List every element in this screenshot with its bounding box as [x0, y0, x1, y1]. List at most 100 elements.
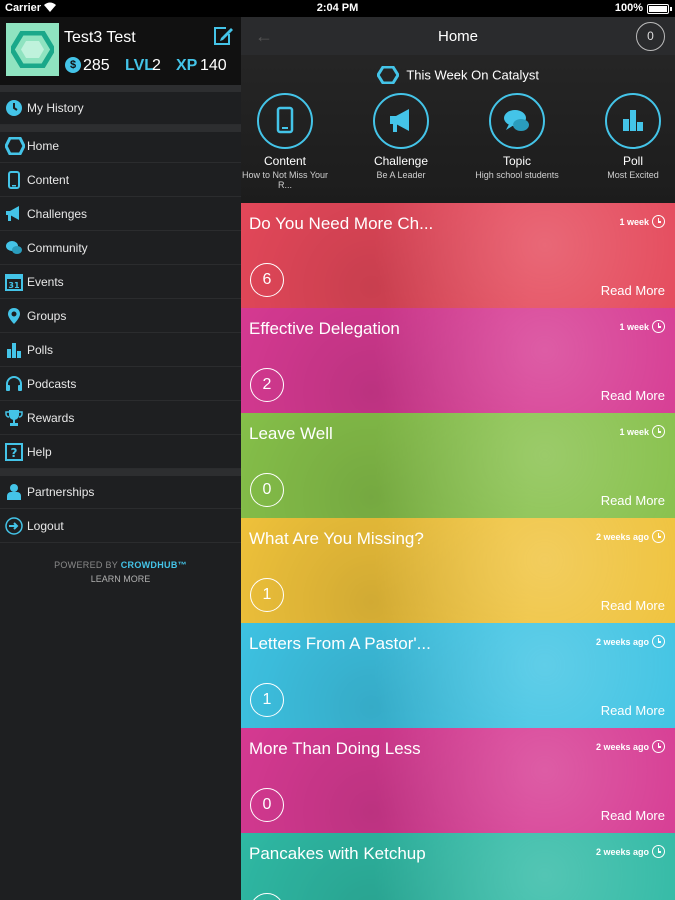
card-time-ago: 1 week	[619, 322, 649, 332]
svg-text:?: ?	[11, 446, 18, 460]
content-card[interactable]: Letters From A Pastor'... 2 weeks ago 1 Rea…	[241, 623, 675, 728]
card-time-ago: 2 weeks ago	[595, 847, 649, 857]
map-pin-icon	[5, 307, 23, 325]
card-comment-count[interactable]: 1	[250, 683, 284, 717]
learn-more-link[interactable]: LEARN MORE	[0, 574, 241, 584]
clock-icon	[652, 215, 665, 228]
megaphone-icon	[390, 109, 409, 132]
feature-label: Poll	[622, 154, 643, 168]
sidebar-item-events[interactable]: 31 Events	[0, 266, 241, 299]
sidebar-item-partnerships[interactable]: Partnerships	[0, 476, 241, 509]
sidebar-item-my-history[interactable]: My History	[0, 92, 241, 125]
sidebar-item-polls[interactable]: Polls	[0, 334, 241, 367]
powered-by-label: POWERED BY	[54, 560, 118, 570]
card-title: Effective Delegation	[249, 319, 400, 338]
card-comment-count[interactable]: 6	[250, 263, 284, 297]
card-time-ago: 1 week	[619, 427, 649, 437]
edit-icon[interactable]	[212, 25, 234, 52]
card-comment-count[interactable]: 1	[250, 578, 284, 612]
feature-label: Challenge	[373, 154, 429, 168]
battery-icon	[647, 4, 672, 14]
sidebar-item-groups[interactable]: Groups	[0, 300, 241, 333]
logout-icon	[5, 517, 23, 535]
sidebar-item-challenges[interactable]: Challenges	[0, 198, 241, 231]
card-title: Do You Need More Ch...	[249, 214, 434, 233]
feature-subtitle: Most Excited	[607, 170, 659, 180]
battery-percent: 100%	[614, 2, 643, 14]
sidebar-item-home[interactable]: Home	[0, 130, 241, 163]
content-card[interactable]: Pancakes with Ketchup 2 weeks ago	[241, 833, 675, 900]
divider	[0, 469, 241, 476]
content-card[interactable]: More Than Doing Less 2 weeks ago 0 Read Mor…	[241, 728, 675, 833]
content-card[interactable]: What Are You Missing? 2 weeks ago 1 Read Mo…	[241, 518, 675, 623]
this-week-header: This Week On Catalyst	[241, 65, 675, 85]
sidebar-item-podcasts[interactable]: Podcasts	[0, 368, 241, 401]
level-label: LVL	[125, 57, 155, 74]
card-title: Pancakes with Ketchup	[249, 844, 426, 863]
clock-icon	[652, 320, 665, 333]
card-time-ago: 2 weeks ago	[595, 742, 649, 752]
xp-label: XP	[176, 57, 198, 74]
calendar-day: 31	[8, 281, 20, 290]
trophy-icon	[5, 409, 23, 427]
status-time: 2:04 PM	[316, 2, 359, 14]
bar-chart-icon	[5, 341, 23, 359]
powered-by: POWERED BY CROWDHUB™	[0, 560, 241, 570]
read-more-link[interactable]: Read More	[601, 388, 665, 403]
main-panel: ← Home 0 This Week On Catalyst Content H…	[241, 17, 675, 900]
card-title: Letters From A Pastor'...	[249, 634, 431, 653]
notification-counter[interactable]: 0	[636, 22, 665, 51]
content-card[interactable]: Leave Well 1 week 0 Read More	[241, 413, 675, 518]
this-week-title: This Week On Catalyst	[406, 67, 540, 83]
read-more-link[interactable]: Read More	[601, 703, 665, 718]
sidebar-item-community[interactable]: Community	[0, 232, 241, 265]
sidebar-item-label: Home	[27, 139, 60, 153]
read-more-link[interactable]: Read More	[601, 283, 665, 298]
sidebar-item-label: Rewards	[27, 411, 75, 425]
feature-poll[interactable]: Poll Most Excited	[587, 93, 675, 180]
profile-header[interactable]: Test3 Test $ 285 LVL 2 XP 140	[0, 17, 241, 85]
sidebar-item-rewards[interactable]: Rewards	[0, 402, 241, 435]
sidebar-item-label: Podcasts	[27, 377, 77, 391]
card-time-ago: 1 week	[619, 217, 649, 227]
sidebar-item-label: Events	[27, 275, 64, 289]
feature-circle	[257, 93, 313, 149]
sidebar-item-content[interactable]: Content	[0, 164, 241, 197]
feature-label: Content	[263, 154, 307, 168]
feature-subtitle: How to Not Miss Your R...	[241, 170, 329, 190]
catalyst-logo-icon	[11, 31, 54, 68]
feature-challenge[interactable]: Challenge Be A Leader	[355, 93, 447, 180]
sidebar-item-help[interactable]: ? Help	[0, 436, 241, 469]
card-time-ago: 2 weeks ago	[595, 637, 649, 647]
feature-content[interactable]: Content How to Not Miss Your R...	[241, 93, 331, 190]
read-more-link[interactable]: Read More	[601, 493, 665, 508]
card-comment-count[interactable]: 2	[250, 368, 284, 402]
calendar-icon: 31	[5, 273, 23, 291]
read-more-link[interactable]: Read More	[601, 598, 665, 613]
phone-icon	[5, 171, 23, 189]
brand-name: CROWDHUB™	[120, 560, 187, 570]
card-comment-count[interactable]: 0	[250, 473, 284, 507]
card-time-ago: 2 weeks ago	[595, 532, 649, 542]
clock-icon	[652, 635, 665, 648]
feature-circle	[605, 93, 661, 149]
clock-icon	[5, 99, 23, 117]
question-icon: ?	[5, 443, 23, 461]
card-comment-count[interactable]: 0	[250, 788, 284, 822]
read-more-link[interactable]: Read More	[601, 808, 665, 823]
feature-label: Topic	[502, 154, 531, 168]
avatar[interactable]	[6, 23, 59, 76]
sidebar-item-label: Partnerships	[27, 485, 95, 499]
this-week-panel: This Week On Catalyst Content How to Not…	[241, 55, 675, 203]
sidebar-item-logout[interactable]: Logout	[0, 510, 241, 543]
divider	[0, 85, 241, 92]
person-icon	[5, 483, 23, 501]
bar-chart-icon	[623, 110, 643, 131]
headphones-icon	[5, 375, 23, 393]
status-bar: Carrier 2:04 PM 100%	[0, 0, 675, 17]
sidebar-item-label: Logout	[27, 519, 64, 533]
megaphone-icon	[5, 205, 23, 223]
content-card[interactable]: Effective Delegation 1 week 2 Read More	[241, 308, 675, 413]
content-card[interactable]: Do You Need More Ch... 1 week 6 Read More	[241, 203, 675, 308]
feature-topic[interactable]: Topic High school students	[471, 93, 563, 180]
